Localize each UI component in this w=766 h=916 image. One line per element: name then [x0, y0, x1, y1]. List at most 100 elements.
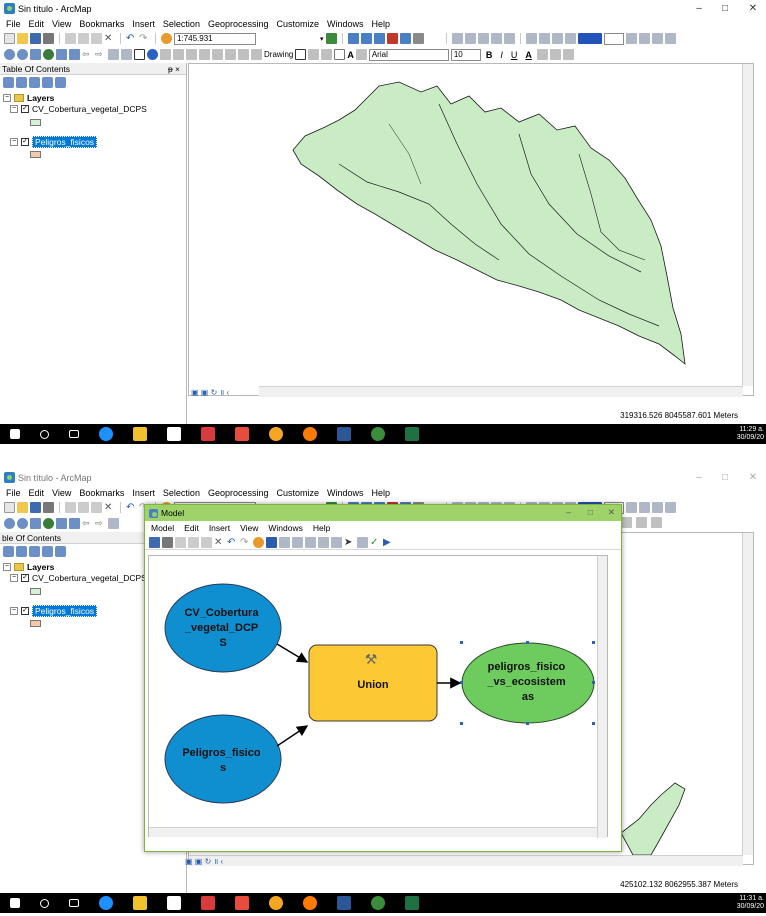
mail-icon[interactable]: [201, 427, 215, 441]
view-toggle-icons[interactable]: ▣ ▣ ↻ ॥ ‹: [191, 387, 229, 398]
python-window-icon[interactable]: [399, 33, 411, 44]
open-folder-icon[interactable]: [17, 33, 28, 44]
collapse-icon[interactable]: −: [10, 574, 18, 582]
font-name-combo[interactable]: Arial: [368, 48, 449, 61]
run-icon[interactable]: ▶: [383, 537, 394, 548]
zoom-model-icon[interactable]: [318, 536, 329, 548]
route-icon[interactable]: [212, 49, 223, 60]
add-data-icon[interactable]: [161, 33, 172, 44]
layers-group[interactable]: − Layers: [3, 562, 54, 572]
redo-icon[interactable]: ↷: [139, 33, 150, 44]
menu-bookmarks[interactable]: Bookmarks: [79, 19, 124, 29]
menu-view[interactable]: View: [52, 488, 71, 498]
list-by-selection-icon[interactable]: [42, 76, 53, 88]
snap-vertex-icon[interactable]: [490, 33, 502, 44]
model-add-data-icon[interactable]: [253, 536, 264, 548]
model-menu-insert[interactable]: Insert: [209, 523, 230, 533]
layer-symbol-swatch[interactable]: [30, 620, 41, 627]
connector-arrow[interactable]: [276, 725, 309, 747]
measure-icon[interactable]: [186, 49, 197, 60]
find-icon[interactable]: [199, 49, 210, 60]
model-menu-windows[interactable]: Windows: [268, 523, 302, 533]
line-color-button-icon[interactable]: [549, 49, 561, 60]
edit-vertices-icon[interactable]: [355, 49, 367, 60]
pan-model-icon[interactable]: [331, 536, 342, 548]
copy-icon[interactable]: [78, 33, 89, 44]
menu-help[interactable]: Help: [372, 488, 391, 498]
map-scale-combo[interactable]: 1:745.931: [174, 32, 256, 45]
model-print-icon[interactable]: [162, 536, 173, 548]
zoom-in-icon[interactable]: [4, 49, 15, 60]
maximize-icon[interactable]: □: [712, 0, 738, 17]
menu-help[interactable]: Help: [372, 19, 391, 29]
store-icon[interactable]: [167, 427, 181, 441]
task-view-icon[interactable]: [69, 430, 79, 438]
model-minimize-icon[interactable]: –: [566, 507, 571, 517]
select-pointer-icon[interactable]: ➤: [344, 537, 355, 548]
windows-start-icon[interactable]: [10, 898, 20, 908]
new-document-icon[interactable]: [4, 502, 15, 513]
toc-options-icon[interactable]: [55, 545, 66, 557]
pdf-icon[interactable]: [235, 427, 249, 441]
editor-toolbar-icon[interactable]: [325, 33, 337, 44]
html-popup-icon[interactable]: [173, 49, 184, 60]
delete-icon[interactable]: ✕: [104, 33, 115, 44]
print-icon[interactable]: [43, 502, 54, 513]
file-explorer-icon[interactable]: [133, 427, 147, 441]
fixed-zoom-in-icon[interactable]: [56, 49, 67, 60]
firefox-icon[interactable]: [303, 427, 317, 441]
marker-color-button-icon[interactable]: [562, 49, 574, 60]
collapse-icon[interactable]: −: [10, 105, 18, 113]
model-delete-icon[interactable]: ✕: [214, 537, 225, 548]
line-color-button-icon[interactable]: [636, 517, 647, 528]
report-icon[interactable]: [564, 33, 576, 44]
mail-icon[interactable]: [201, 896, 215, 910]
forward-icon[interactable]: ⇨: [95, 518, 106, 529]
rectangle-icon[interactable]: [334, 49, 346, 60]
map-vertical-scrollbar[interactable]: [742, 64, 753, 386]
word-icon[interactable]: [337, 896, 351, 910]
list-by-source-icon[interactable]: [16, 76, 27, 88]
snap-edge-icon[interactable]: [503, 33, 515, 44]
zoom-whole-page-icon[interactable]: [321, 49, 333, 60]
validate-icon[interactable]: ✓: [370, 537, 381, 548]
zoom-out-icon[interactable]: [17, 518, 28, 529]
pan-icon[interactable]: [30, 49, 41, 60]
model-diagram[interactable]: CV_Cobertura _vegetal_DCP S Peligros_fis…: [149, 556, 597, 826]
connect-icon[interactable]: [357, 536, 368, 548]
excel-icon[interactable]: [405, 427, 419, 441]
layer-name-selected[interactable]: Peligros_fisicos: [32, 136, 98, 148]
layer-row-peligros[interactable]: − ✓ Peligros_fisicos: [10, 605, 98, 617]
list-by-visibility-icon[interactable]: [29, 76, 40, 88]
catalog-window-icon[interactable]: [360, 33, 372, 44]
rect-icon[interactable]: [638, 502, 650, 513]
model-maximize-icon[interactable]: □: [588, 507, 593, 517]
menu-insert[interactable]: Insert: [132, 19, 155, 29]
snap-end-icon[interactable]: [477, 33, 489, 44]
time-slider-icon[interactable]: [238, 49, 249, 60]
select-features-icon[interactable]: [108, 49, 119, 60]
menu-edit[interactable]: Edit: [29, 488, 45, 498]
system-clock[interactable]: 11:31 a. 30/09/20: [737, 895, 764, 911]
model-menu-help[interactable]: Help: [313, 523, 330, 533]
fixed-zoom-out-model-icon[interactable]: [305, 536, 316, 548]
print-icon[interactable]: [43, 33, 54, 44]
edge-icon[interactable]: [99, 427, 113, 441]
paste-icon[interactable]: [91, 502, 102, 513]
clear-selection-icon[interactable]: [121, 49, 132, 60]
save-icon[interactable]: [30, 33, 41, 44]
select-features-icon[interactable]: [108, 518, 119, 529]
back-icon[interactable]: ⇦: [82, 49, 93, 60]
cut-icon[interactable]: [65, 502, 76, 513]
input-node-peligros[interactable]: [164, 714, 282, 804]
list-by-drawing-order-icon[interactable]: [3, 76, 14, 88]
list-by-visibility-icon[interactable]: [29, 545, 40, 557]
fixed-zoom-out-icon[interactable]: [69, 518, 80, 529]
auto-layout-icon[interactable]: [266, 536, 277, 548]
fixed-zoom-out-icon[interactable]: [69, 49, 80, 60]
layer-row-cv-cobertura[interactable]: − ✓ CV_Cobertura_vegetal_DCPS: [10, 104, 147, 114]
model-redo-icon[interactable]: ↷: [240, 537, 251, 548]
connector-arrow[interactable]: [276, 643, 309, 663]
model-save-icon[interactable]: [149, 536, 160, 548]
excel-icon[interactable]: [405, 896, 419, 910]
